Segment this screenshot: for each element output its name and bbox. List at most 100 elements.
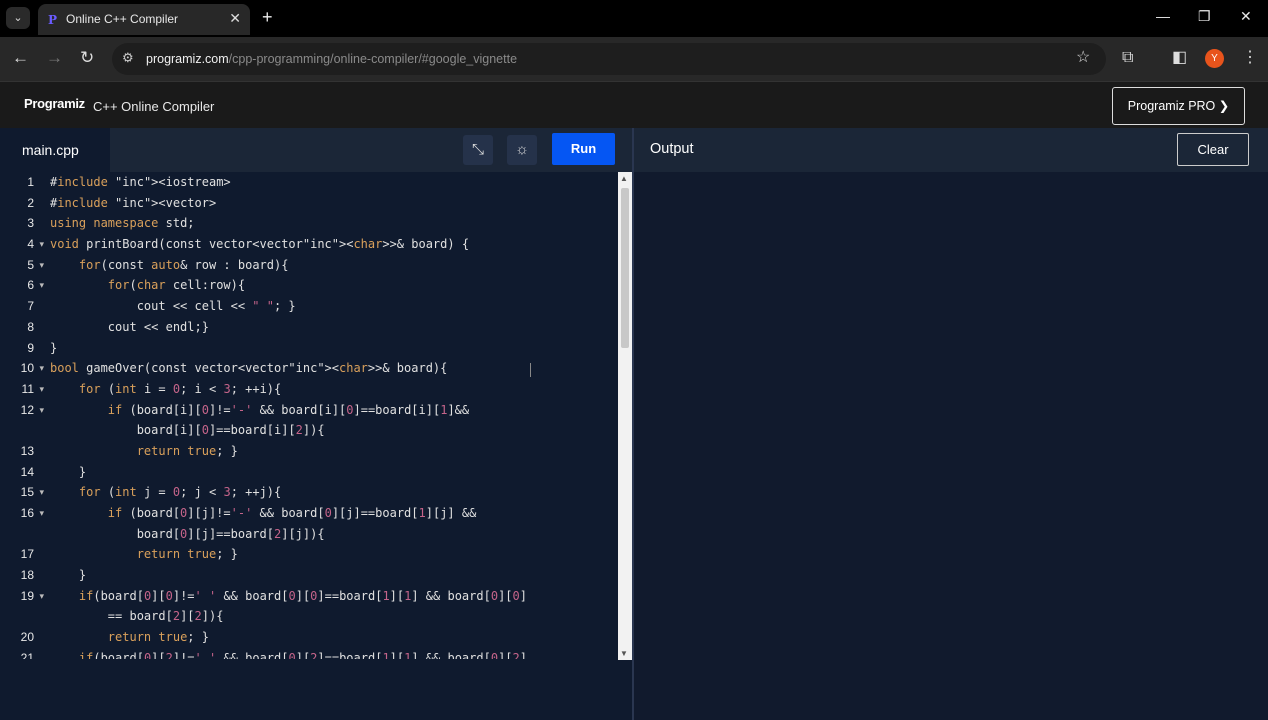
avatar[interactable]: Y	[1205, 49, 1224, 68]
editor-footer	[0, 660, 632, 720]
scrollbar-thumb[interactable]	[621, 188, 629, 348]
line-number: 7	[27, 299, 34, 314]
plus-icon[interactable]: +	[262, 7, 273, 27]
minimize-icon[interactable]: —	[1156, 8, 1170, 24]
line-number: 21	[20, 650, 34, 659]
star-icon[interactable]: ☆	[1076, 48, 1090, 68]
fold-arrow-icon[interactable]: ▾	[39, 275, 44, 296]
code-line[interactable]: if (board[0][j]!='-' && board[0][j]==boa…	[50, 503, 615, 524]
tab-search-icon[interactable]: ⌄	[6, 7, 30, 29]
extensions-icon[interactable]: ⧉	[1122, 48, 1133, 68]
line-number: 14	[20, 464, 34, 479]
code-line[interactable]: if(board[0][0]!=' ' && board[0][0]==boar…	[50, 586, 615, 607]
scroll-down-icon[interactable]: ▼	[620, 649, 628, 658]
close-window-icon[interactable]: ✕	[1240, 8, 1252, 25]
code-line[interactable]: for(const auto& row : board){	[50, 255, 615, 276]
sidepanel-icon[interactable]: ◧	[1172, 48, 1187, 68]
browser-toolbar: ← → ↻ ⚙ programiz.com/cpp-programming/on…	[0, 37, 1268, 81]
code-line[interactable]: return true; }	[50, 441, 615, 462]
line-number: 11 ▾	[0, 379, 44, 400]
code-line[interactable]: cout << cell << " "; }	[50, 296, 615, 317]
back-icon[interactable]: ←	[12, 48, 29, 68]
code-line[interactable]: using namespace std;	[50, 213, 615, 234]
output-panel	[634, 172, 1268, 720]
code-line[interactable]: board[i][0]==board[i][2]){	[50, 420, 615, 441]
url-text[interactable]: programiz.com/cpp-programming/online-com…	[146, 52, 517, 66]
mouse-cursor	[530, 363, 531, 377]
browser-tab-strip: ⌄ P Online C++ Compiler ✕ + — ❐ ✕	[0, 0, 1268, 37]
tab-title: Online C++ Compiler	[66, 12, 179, 26]
line-number: 5 ▾	[0, 255, 44, 276]
kebab-menu-icon[interactable]: ⋮	[1242, 48, 1258, 68]
line-number: 8	[27, 319, 34, 334]
code-line[interactable]: return true; }	[50, 627, 615, 648]
programiz-favicon-icon: P	[48, 13, 58, 27]
tune-icon[interactable]: ⚙	[122, 50, 134, 66]
line-number: 20	[20, 630, 34, 645]
line-number: 15 ▾	[0, 482, 44, 503]
browser-tab[interactable]: P Online C++ Compiler ✕	[38, 4, 250, 35]
line-number: 10 ▾	[0, 358, 44, 379]
line-number: 17	[20, 547, 34, 562]
code-line[interactable]: }	[50, 565, 615, 586]
line-number: 16 ▾	[0, 503, 44, 524]
code-line[interactable]: #include "inc"><iostream>	[50, 172, 615, 193]
line-number	[0, 606, 42, 627]
code-line[interactable]: board[0][j]==board[2][j]){	[50, 524, 615, 545]
fold-arrow-icon[interactable]: ▾	[39, 503, 44, 524]
fold-arrow-icon[interactable]: ▾	[39, 379, 44, 400]
code-line[interactable]: void printBoard(const vector<vector"inc"…	[50, 234, 615, 255]
fold-arrow-icon[interactable]: ▾	[39, 255, 44, 276]
scroll-up-icon[interactable]: ▲	[620, 174, 628, 183]
fold-arrow-icon[interactable]: ▾	[39, 358, 44, 379]
line-number: 12 ▾	[0, 400, 44, 421]
forward-icon[interactable]: →	[46, 48, 63, 68]
editor-toolbar: main.cpp ⤡ ☼ Run	[0, 128, 632, 172]
line-number: 4 ▾	[0, 234, 44, 255]
fold-arrow-icon[interactable]: ▾	[39, 400, 44, 421]
code-lines[interactable]: #include "inc"><iostream> #include "inc">…	[50, 172, 615, 659]
code-editor[interactable]: 1 2 3 4 ▾ 5 ▾ 6 ▾ 7 8 9 10 ▾ 11 ▾ 12 ▾ 13 14 15 ▾ 16 ▾ 17 18 19 ▾ 20…	[0, 172, 618, 659]
restore-icon[interactable]: ❐	[1198, 8, 1211, 25]
code-line[interactable]: == board[2][2]){	[50, 606, 615, 627]
code-line[interactable]: if (board[i][0]!='-' && board[i][0]==boa…	[50, 400, 615, 421]
fold-arrow-icon[interactable]: ▾	[39, 586, 44, 607]
output-toolbar: Output Clear	[634, 128, 1268, 172]
code-line[interactable]: }	[50, 462, 615, 483]
fold-arrow-icon[interactable]: ▾	[39, 234, 44, 255]
file-name: main.cpp	[22, 142, 79, 158]
code-line[interactable]: for (int i = 0; i < 3; ++i){	[50, 379, 615, 400]
output-label: Output	[650, 141, 694, 157]
clear-button[interactable]: Clear	[1177, 133, 1249, 166]
theme-icon[interactable]: ☼	[507, 135, 537, 165]
line-number	[0, 420, 42, 441]
line-number: 18	[20, 568, 34, 583]
line-number: 19 ▾	[0, 586, 44, 607]
run-button[interactable]: Run	[552, 133, 615, 165]
app-header: Programiz C++ Online Compiler Programiz …	[0, 81, 1268, 128]
line-number: 13	[20, 443, 34, 458]
fold-arrow-icon[interactable]: ▾	[39, 482, 44, 503]
programiz-pro-button[interactable]: Programiz PRO ❯	[1112, 87, 1245, 125]
line-number	[0, 524, 42, 545]
editor-scrollbar[interactable]: ▲ ▼	[618, 172, 632, 660]
close-icon[interactable]: ✕	[229, 10, 241, 27]
line-number: 2	[27, 195, 34, 210]
page-title: C++ Online Compiler	[93, 99, 215, 114]
code-line[interactable]: #include "inc"><vector>	[50, 193, 615, 214]
line-number: 1	[27, 175, 34, 189]
programiz-logo[interactable]: Programiz	[24, 96, 85, 111]
address-bar[interactable]: ⚙ programiz.com/cpp-programming/online-c…	[112, 43, 1106, 75]
code-line[interactable]: if(board[0][2]!=' ' && board[0][2]==boar…	[50, 648, 615, 659]
code-line[interactable]: }	[50, 338, 615, 359]
code-line[interactable]: return true; }	[50, 544, 615, 565]
reload-icon[interactable]: ↻	[80, 48, 94, 68]
code-line[interactable]: cout << endl;}	[50, 317, 615, 338]
line-number: 3	[27, 216, 34, 231]
file-tab[interactable]: main.cpp	[0, 128, 110, 172]
code-line[interactable]: for (int j = 0; j < 3; ++j){	[50, 482, 615, 503]
code-line[interactable]: for(char cell:row){	[50, 275, 615, 296]
output-text	[634, 172, 1268, 192]
fullscreen-icon[interactable]: ⤡	[463, 135, 493, 165]
line-number: 6 ▾	[0, 275, 44, 296]
